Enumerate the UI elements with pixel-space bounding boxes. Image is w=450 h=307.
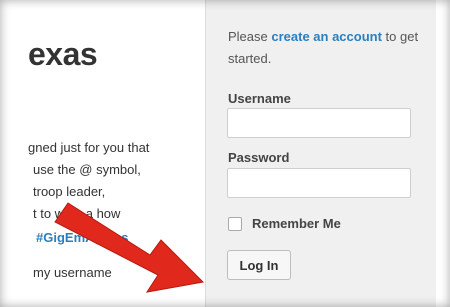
login-panel: Please create an account to get started.… [205,0,436,307]
site-title: exas [28,36,98,72]
hashtag-link[interactable]: #GigEmAggies [36,230,128,245]
remember-me-row[interactable]: Remember Me [228,216,341,231]
username-input[interactable] [227,108,411,138]
password-input[interactable] [227,168,411,198]
remember-me-label[interactable]: Remember Me [252,216,341,231]
login-intro: Please create an account to get started. [228,26,423,70]
password-label: Password [228,150,290,165]
remember-me-checkbox[interactable] [228,216,242,231]
create-account-link[interactable]: create an account [271,29,382,44]
body-text-line: my username [33,265,112,280]
username-label: Username [228,91,291,106]
login-button[interactable]: Log In [227,250,291,280]
screenshot-card: exas gned just for you that use the @ sy… [0,0,450,307]
body-text-line: use the @ symbol, [33,162,141,177]
body-text-line: troop leader, [33,184,106,199]
intro-text: Please [228,29,272,44]
body-text-line: t to write a how [33,206,121,221]
body-text-line: gned just for you that [28,140,150,155]
content-column: exas gned just for you that use the @ sy… [0,0,200,307]
